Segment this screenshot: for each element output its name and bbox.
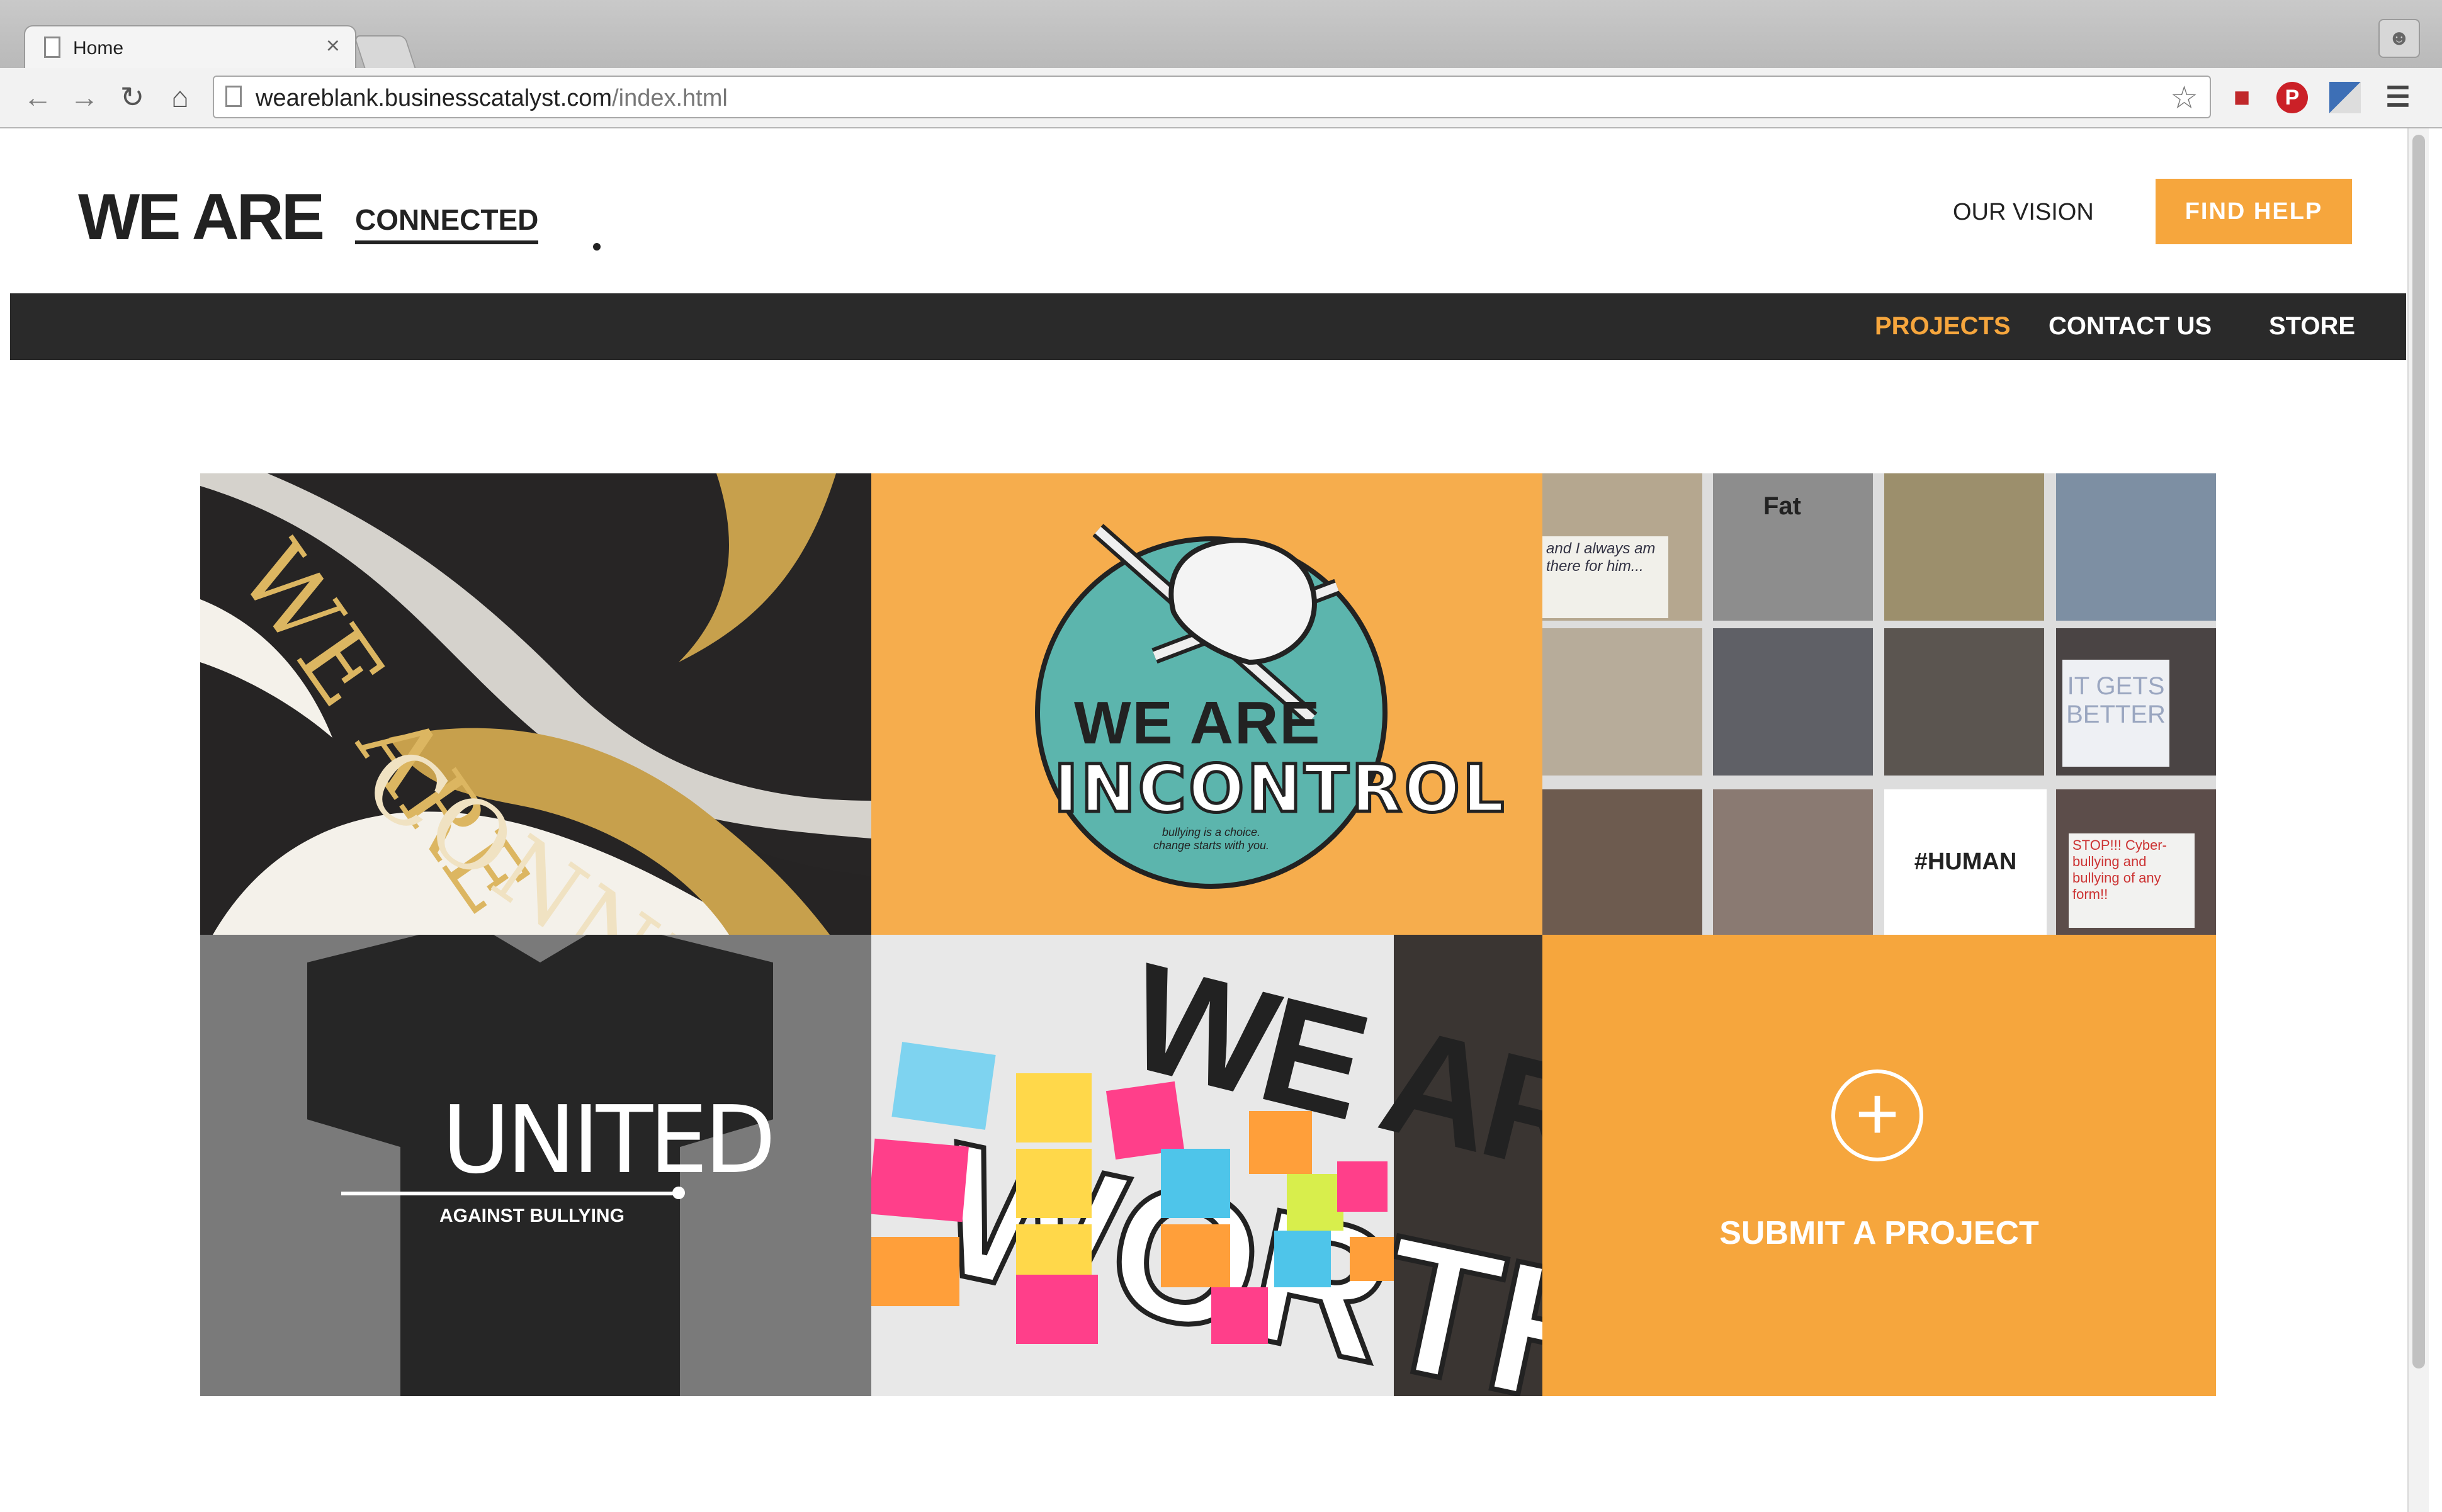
sticky-note: [1350, 1237, 1394, 1281]
page-icon: [225, 86, 242, 107]
sticky-note: [1337, 1161, 1388, 1212]
sticky-note: [891, 1042, 996, 1130]
browser-tab-home[interactable]: Home ×: [24, 25, 356, 69]
page-scrollbar[interactable]: [2407, 128, 2429, 1512]
in-control-line1: WE ARE: [1074, 689, 1321, 757]
web-page: WE ARE CONNECTED OUR VISION FIND HELP PR…: [10, 128, 2406, 1512]
collage-photo: [1713, 789, 1873, 935]
human-hashtag: #HUMAN: [1884, 789, 2047, 935]
our-vision-link[interactable]: OUR VISION: [1953, 199, 2094, 226]
nav-contact-us[interactable]: CONTACT US: [2049, 312, 2212, 341]
sticky-note: [1287, 1174, 1343, 1231]
profile-icon[interactable]: ☻: [2378, 19, 2420, 58]
united-rule: [341, 1192, 681, 1195]
close-tab-icon[interactable]: ×: [326, 33, 340, 60]
nav-projects[interactable]: PROJECTS: [1875, 312, 2011, 341]
collage-photo: [1713, 628, 1873, 776]
pinterest-icon[interactable]: P: [2276, 82, 2308, 113]
home-icon[interactable]: ⌂: [161, 78, 199, 116]
logo-main-text: WE ARE: [78, 181, 325, 254]
sticky-note: [871, 1138, 969, 1222]
sticky-note: [1016, 1073, 1092, 1142]
collage-photo: [1884, 473, 2044, 621]
collage-photo: [1884, 628, 2044, 776]
against-bullying-text: AGAINST BULLYING: [439, 1205, 625, 1226]
collage-photo: [1542, 628, 1702, 776]
collage-photo: [2056, 473, 2216, 621]
sticky-note: [1016, 1149, 1092, 1218]
collage-photo: and I always am there for him...: [1542, 473, 1702, 621]
logo-sub-text: CONNECTED: [355, 203, 539, 244]
forward-arrow-icon[interactable]: →: [65, 78, 103, 116]
collage-photo: IT GETS BETTER: [2056, 628, 2216, 776]
tile-human-collage[interactable]: and I always am there for him... Fat IT …: [1542, 473, 2216, 935]
browser-tab-bar: Home × ☻: [0, 0, 2442, 69]
united-dot: [672, 1187, 685, 1199]
sticky-note: [1211, 1287, 1268, 1344]
url-text: weareblank.businesscatalyst.com/index.ht…: [256, 85, 728, 111]
menu-icon[interactable]: ☰: [2382, 82, 2414, 113]
sticky-note: [1016, 1275, 1098, 1344]
project-grid: WE ARE CONNECTED WE ARE INCONTROL bullyi…: [200, 473, 2216, 1396]
tile-united-shirt[interactable]: UNITED AGAINST BULLYING: [200, 935, 871, 1396]
bookmark-star-icon[interactable]: ☆: [2170, 79, 2198, 116]
sticky-note: [1274, 1231, 1331, 1287]
new-tab-button[interactable]: [353, 35, 416, 68]
sticky-note: [1249, 1111, 1312, 1174]
red-couch-icon[interactable]: ■: [2226, 82, 2258, 113]
collage-photo: Fat: [1713, 473, 1873, 621]
tile-we-are-worthy[interactable]: WE ARE WORTHY: [871, 935, 1542, 1396]
collage-photo: [1542, 789, 1702, 935]
united-text: UNITED: [442, 1086, 776, 1194]
sticky-note: [1161, 1224, 1230, 1287]
find-help-button[interactable]: FIND HELP: [2156, 179, 2352, 244]
stop-cyberbullying-sign: STOP!!! Cyber-bullying and bullying of a…: [2069, 833, 2195, 928]
tile-we-are-in-control[interactable]: WE ARE INCONTROL bullying is a choice. c…: [871, 473, 1542, 935]
fat-forehead-text: Fat: [1763, 492, 1801, 520]
main-nav: PROJECTS CONTACT US STORE: [10, 293, 2406, 360]
tab-title: Home: [73, 38, 124, 59]
browser-toolbar: ← → ↻ ⌂ weareblank.businesscatalyst.com/…: [0, 68, 2442, 128]
logo-dot: [593, 243, 601, 251]
sticky-note: [1161, 1149, 1230, 1218]
nav-store[interactable]: STORE: [2269, 312, 2355, 341]
reload-icon[interactable]: ↻: [113, 78, 151, 116]
sticky-note: [871, 1237, 959, 1306]
plus-circle-icon[interactable]: +: [1831, 1069, 1923, 1161]
scrollbar-thumb[interactable]: [2412, 135, 2425, 1368]
tile-we-are-connected[interactable]: WE ARE CONNECTED: [200, 473, 871, 935]
in-control-tagline: bullying is a choice. change starts with…: [1153, 826, 1270, 852]
tile-submit-project[interactable]: + SUBMIT A PROJECT: [1542, 935, 2216, 1396]
back-arrow-icon[interactable]: ←: [19, 78, 57, 116]
collage-photo: STOP!!! Cyber-bullying and bullying of a…: [2056, 789, 2216, 935]
address-bar[interactable]: weareblank.businesscatalyst.com/index.ht…: [213, 76, 2211, 118]
submit-project-label[interactable]: SUBMIT A PROJECT: [1542, 1214, 2216, 1252]
sticky-note: [1105, 1081, 1185, 1160]
image-extension-icon[interactable]: [2329, 82, 2361, 113]
in-control-line2: INCONTROL: [1052, 749, 1507, 829]
it-gets-better-sign: IT GETS BETTER: [2062, 660, 2169, 767]
document-icon: [44, 37, 60, 58]
handwritten-sign: and I always am there for him...: [1542, 536, 1668, 618]
